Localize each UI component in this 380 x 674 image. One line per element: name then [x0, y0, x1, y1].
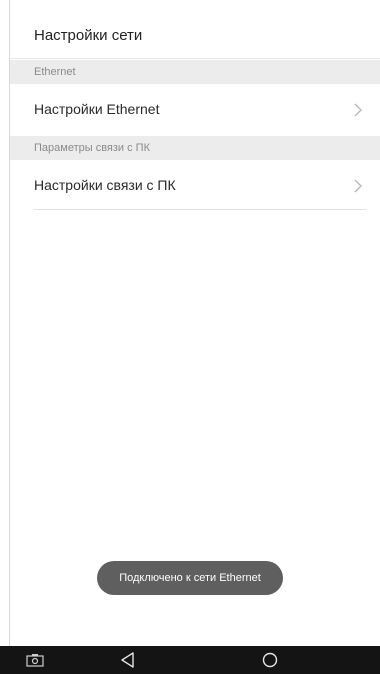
list-divider [34, 209, 366, 210]
list-item-label: Настройки Ethernet [34, 101, 160, 117]
back-icon[interactable] [118, 651, 138, 669]
section-header-label: Ethernet [34, 66, 76, 78]
toast-message: Подключено к сети Ethernet [97, 561, 283, 595]
ethernet-settings-item[interactable]: Настройки Ethernet [10, 86, 380, 134]
screenshot-icon[interactable] [25, 651, 45, 669]
chevron-right-icon [350, 177, 366, 195]
section-header-pc-link: Параметры связи с ПК [10, 136, 380, 160]
navigation-bar [0, 646, 380, 674]
page-title: Настройки сети [34, 27, 143, 44]
section-header-label: Параметры связи с ПК [34, 142, 150, 154]
section-header-ethernet: Ethernet [10, 60, 380, 84]
pc-link-settings-item[interactable]: Настройки связи с ПК [10, 162, 380, 210]
app-header: Настройки сети [10, 10, 380, 59]
home-icon[interactable] [260, 651, 280, 669]
chevron-right-icon [350, 101, 366, 119]
list-item-label: Настройки связи с ПК [34, 177, 176, 193]
